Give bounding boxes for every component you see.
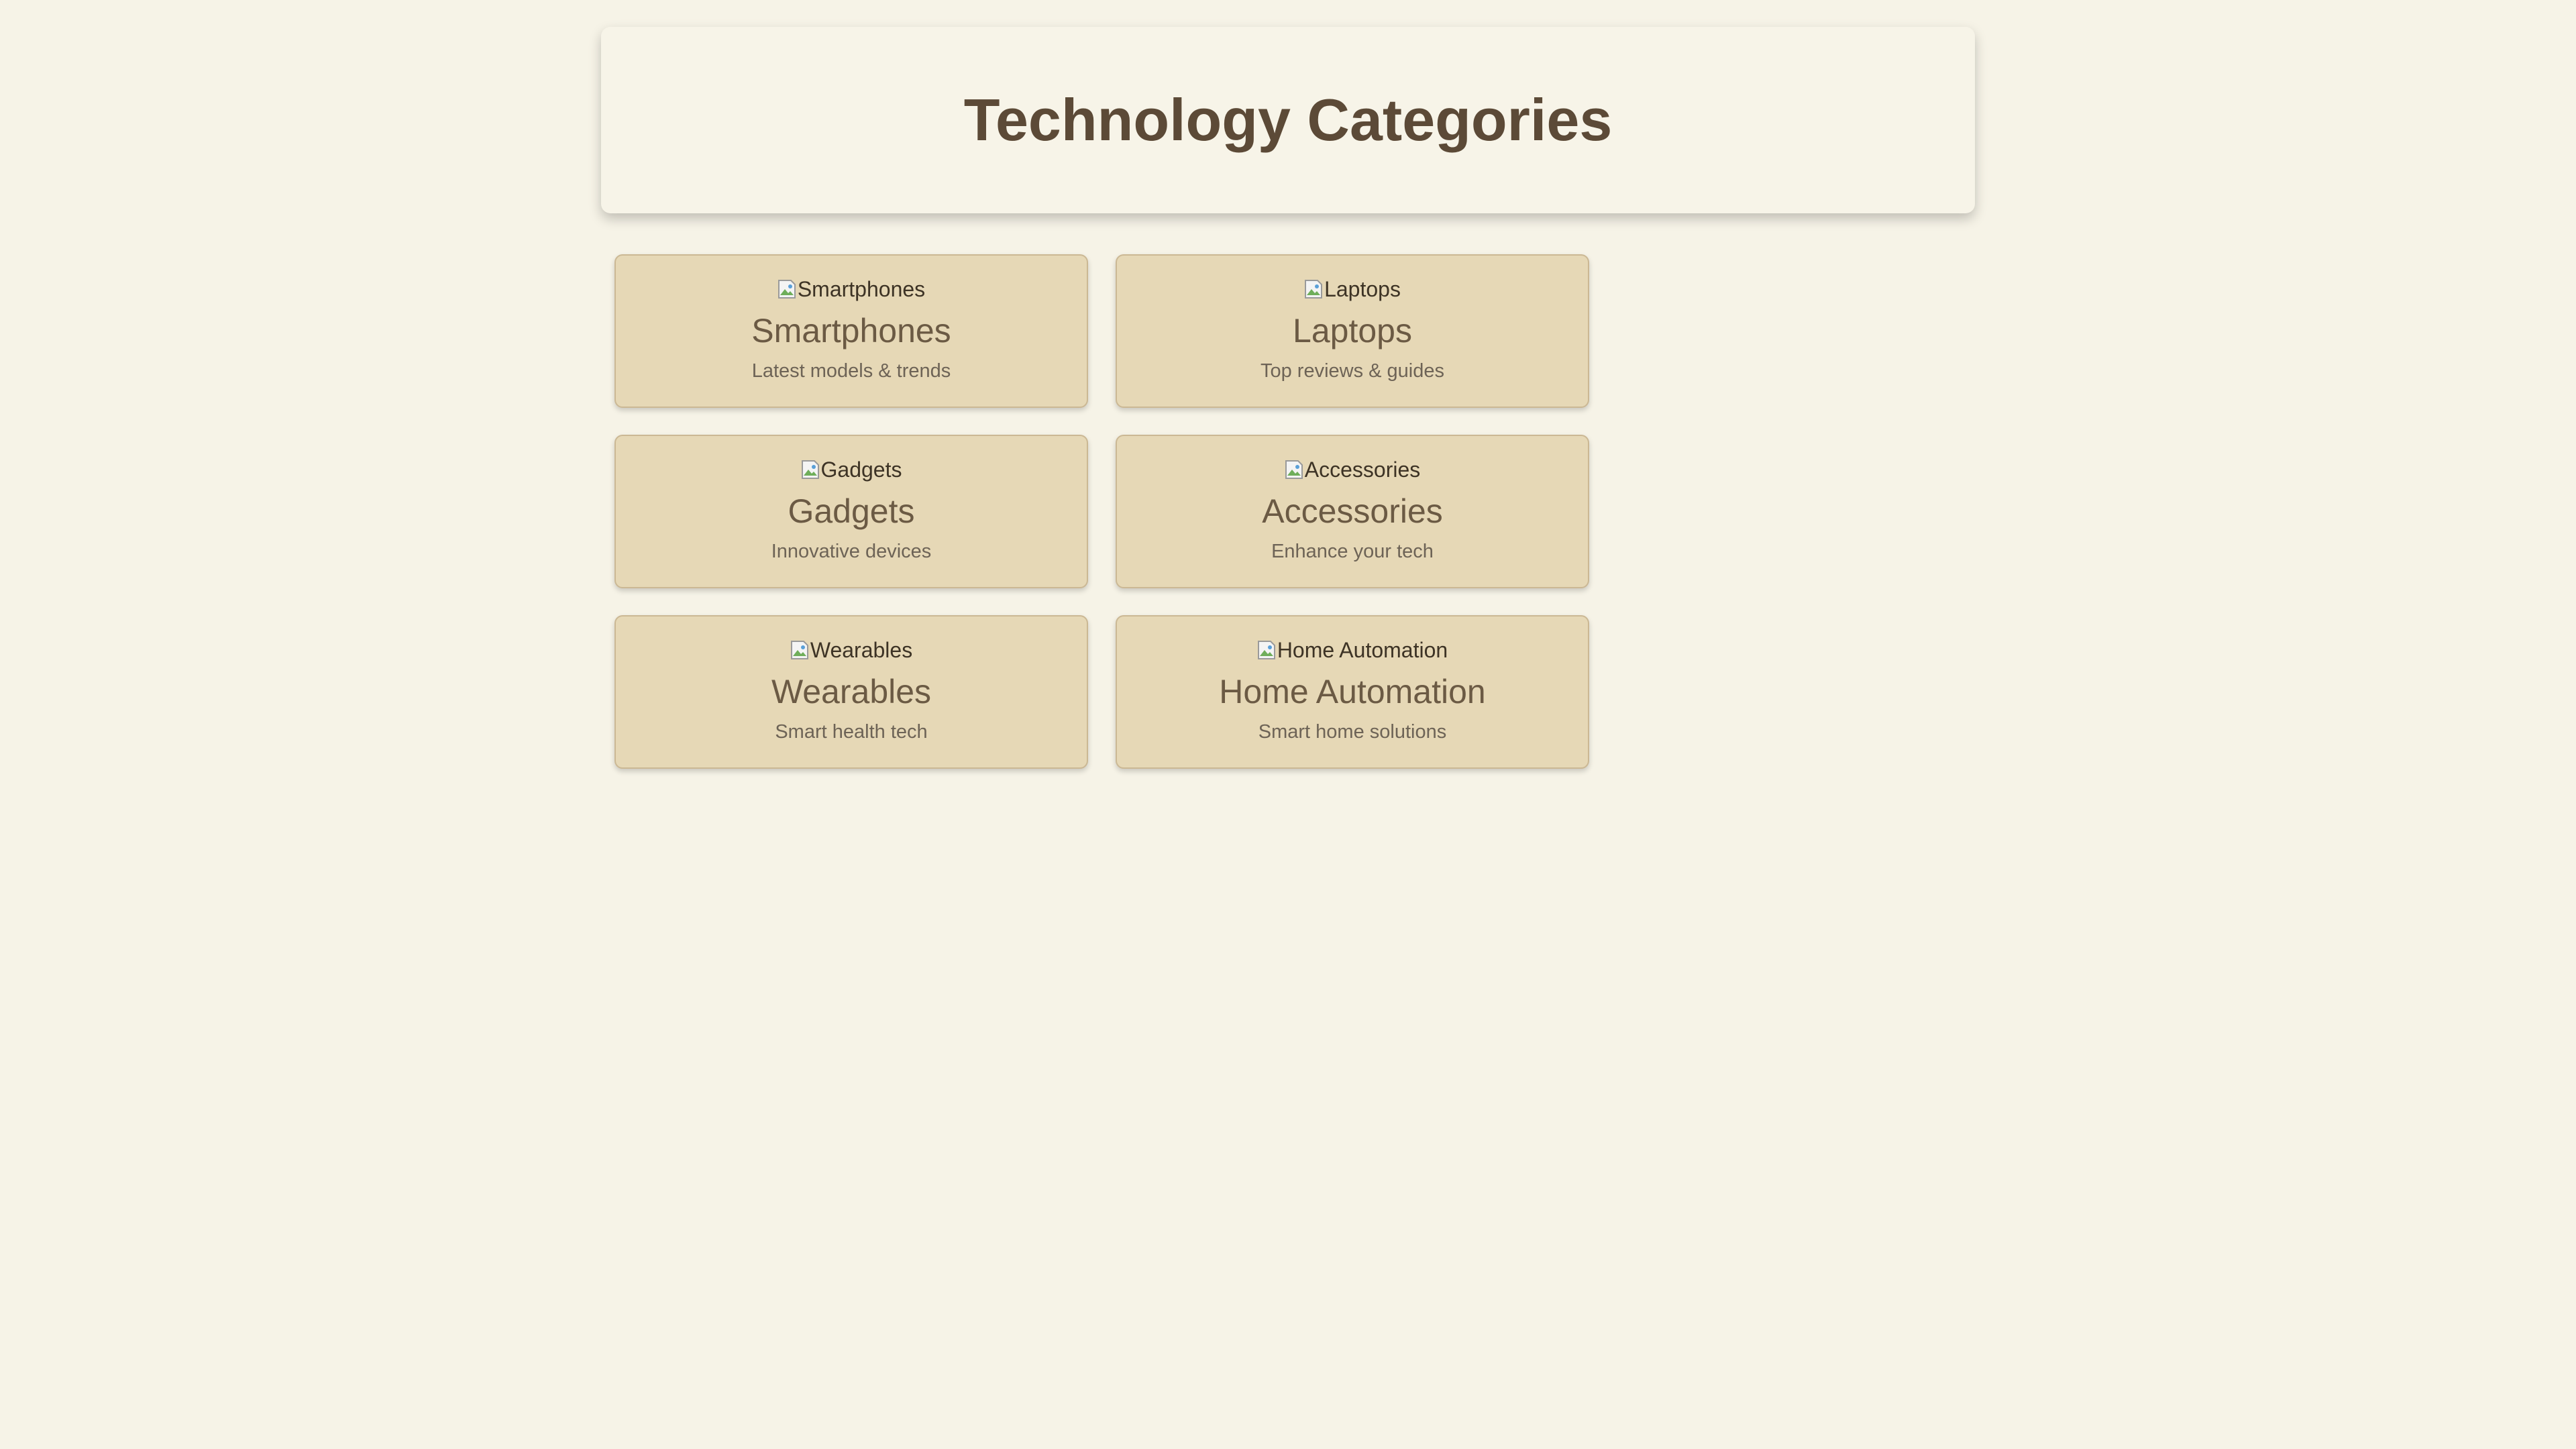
category-image: Laptops xyxy=(1304,276,1401,303)
broken-image-icon xyxy=(1257,640,1276,660)
broken-image-icon xyxy=(790,640,809,660)
category-description: Innovative devices xyxy=(771,541,932,562)
category-description: Latest models & trends xyxy=(751,360,951,382)
category-card-home-automation[interactable]: Home Automation Home Automation Smart ho… xyxy=(1116,615,1589,769)
category-title: Smartphones xyxy=(751,312,951,350)
category-image: Home Automation xyxy=(1257,637,1448,663)
category-image: Smartphones xyxy=(777,276,925,303)
page-header: Technology Categories xyxy=(601,27,1975,213)
category-title: Gadgets xyxy=(788,492,915,530)
category-image-alt: Smartphones xyxy=(797,276,926,301)
category-description: Enhance your tech xyxy=(1271,541,1434,562)
broken-image-icon xyxy=(1304,279,1323,299)
category-title: Wearables xyxy=(771,673,932,710)
broken-image-icon xyxy=(777,279,796,299)
category-image: Gadgets xyxy=(801,456,902,483)
category-description: Top reviews & guides xyxy=(1260,360,1445,382)
category-image-alt: Home Automation xyxy=(1277,637,1448,662)
category-card-accessories[interactable]: Accessories Accessories Enhance your tec… xyxy=(1116,435,1589,588)
category-title: Accessories xyxy=(1262,492,1443,530)
category-image: Wearables xyxy=(790,637,912,663)
category-description: Smart health tech xyxy=(775,721,928,743)
category-card-wearables[interactable]: Wearables Wearables Smart health tech xyxy=(614,615,1088,769)
category-grid: Smartphones Smartphones Latest models & … xyxy=(614,254,1589,769)
category-title: Laptops xyxy=(1293,312,1412,350)
broken-image-icon xyxy=(1285,460,1303,480)
page-title: Technology Categories xyxy=(963,87,1613,153)
page: Technology Categories Smartphones Smartp… xyxy=(0,0,2576,1449)
category-image-alt: Wearables xyxy=(810,637,913,662)
category-image-alt: Accessories xyxy=(1304,457,1421,482)
category-image: Accessories xyxy=(1285,456,1421,483)
category-card-gadgets[interactable]: Gadgets Gadgets Innovative devices xyxy=(614,435,1088,588)
category-image-alt: Laptops xyxy=(1324,276,1401,301)
category-description: Smart home solutions xyxy=(1258,721,1447,743)
category-title: Home Automation xyxy=(1219,673,1486,710)
category-card-laptops[interactable]: Laptops Laptops Top reviews & guides xyxy=(1116,254,1589,408)
category-image-alt: Gadgets xyxy=(820,457,902,482)
category-card-smartphones[interactable]: Smartphones Smartphones Latest models & … xyxy=(614,254,1088,408)
broken-image-icon xyxy=(801,460,820,480)
